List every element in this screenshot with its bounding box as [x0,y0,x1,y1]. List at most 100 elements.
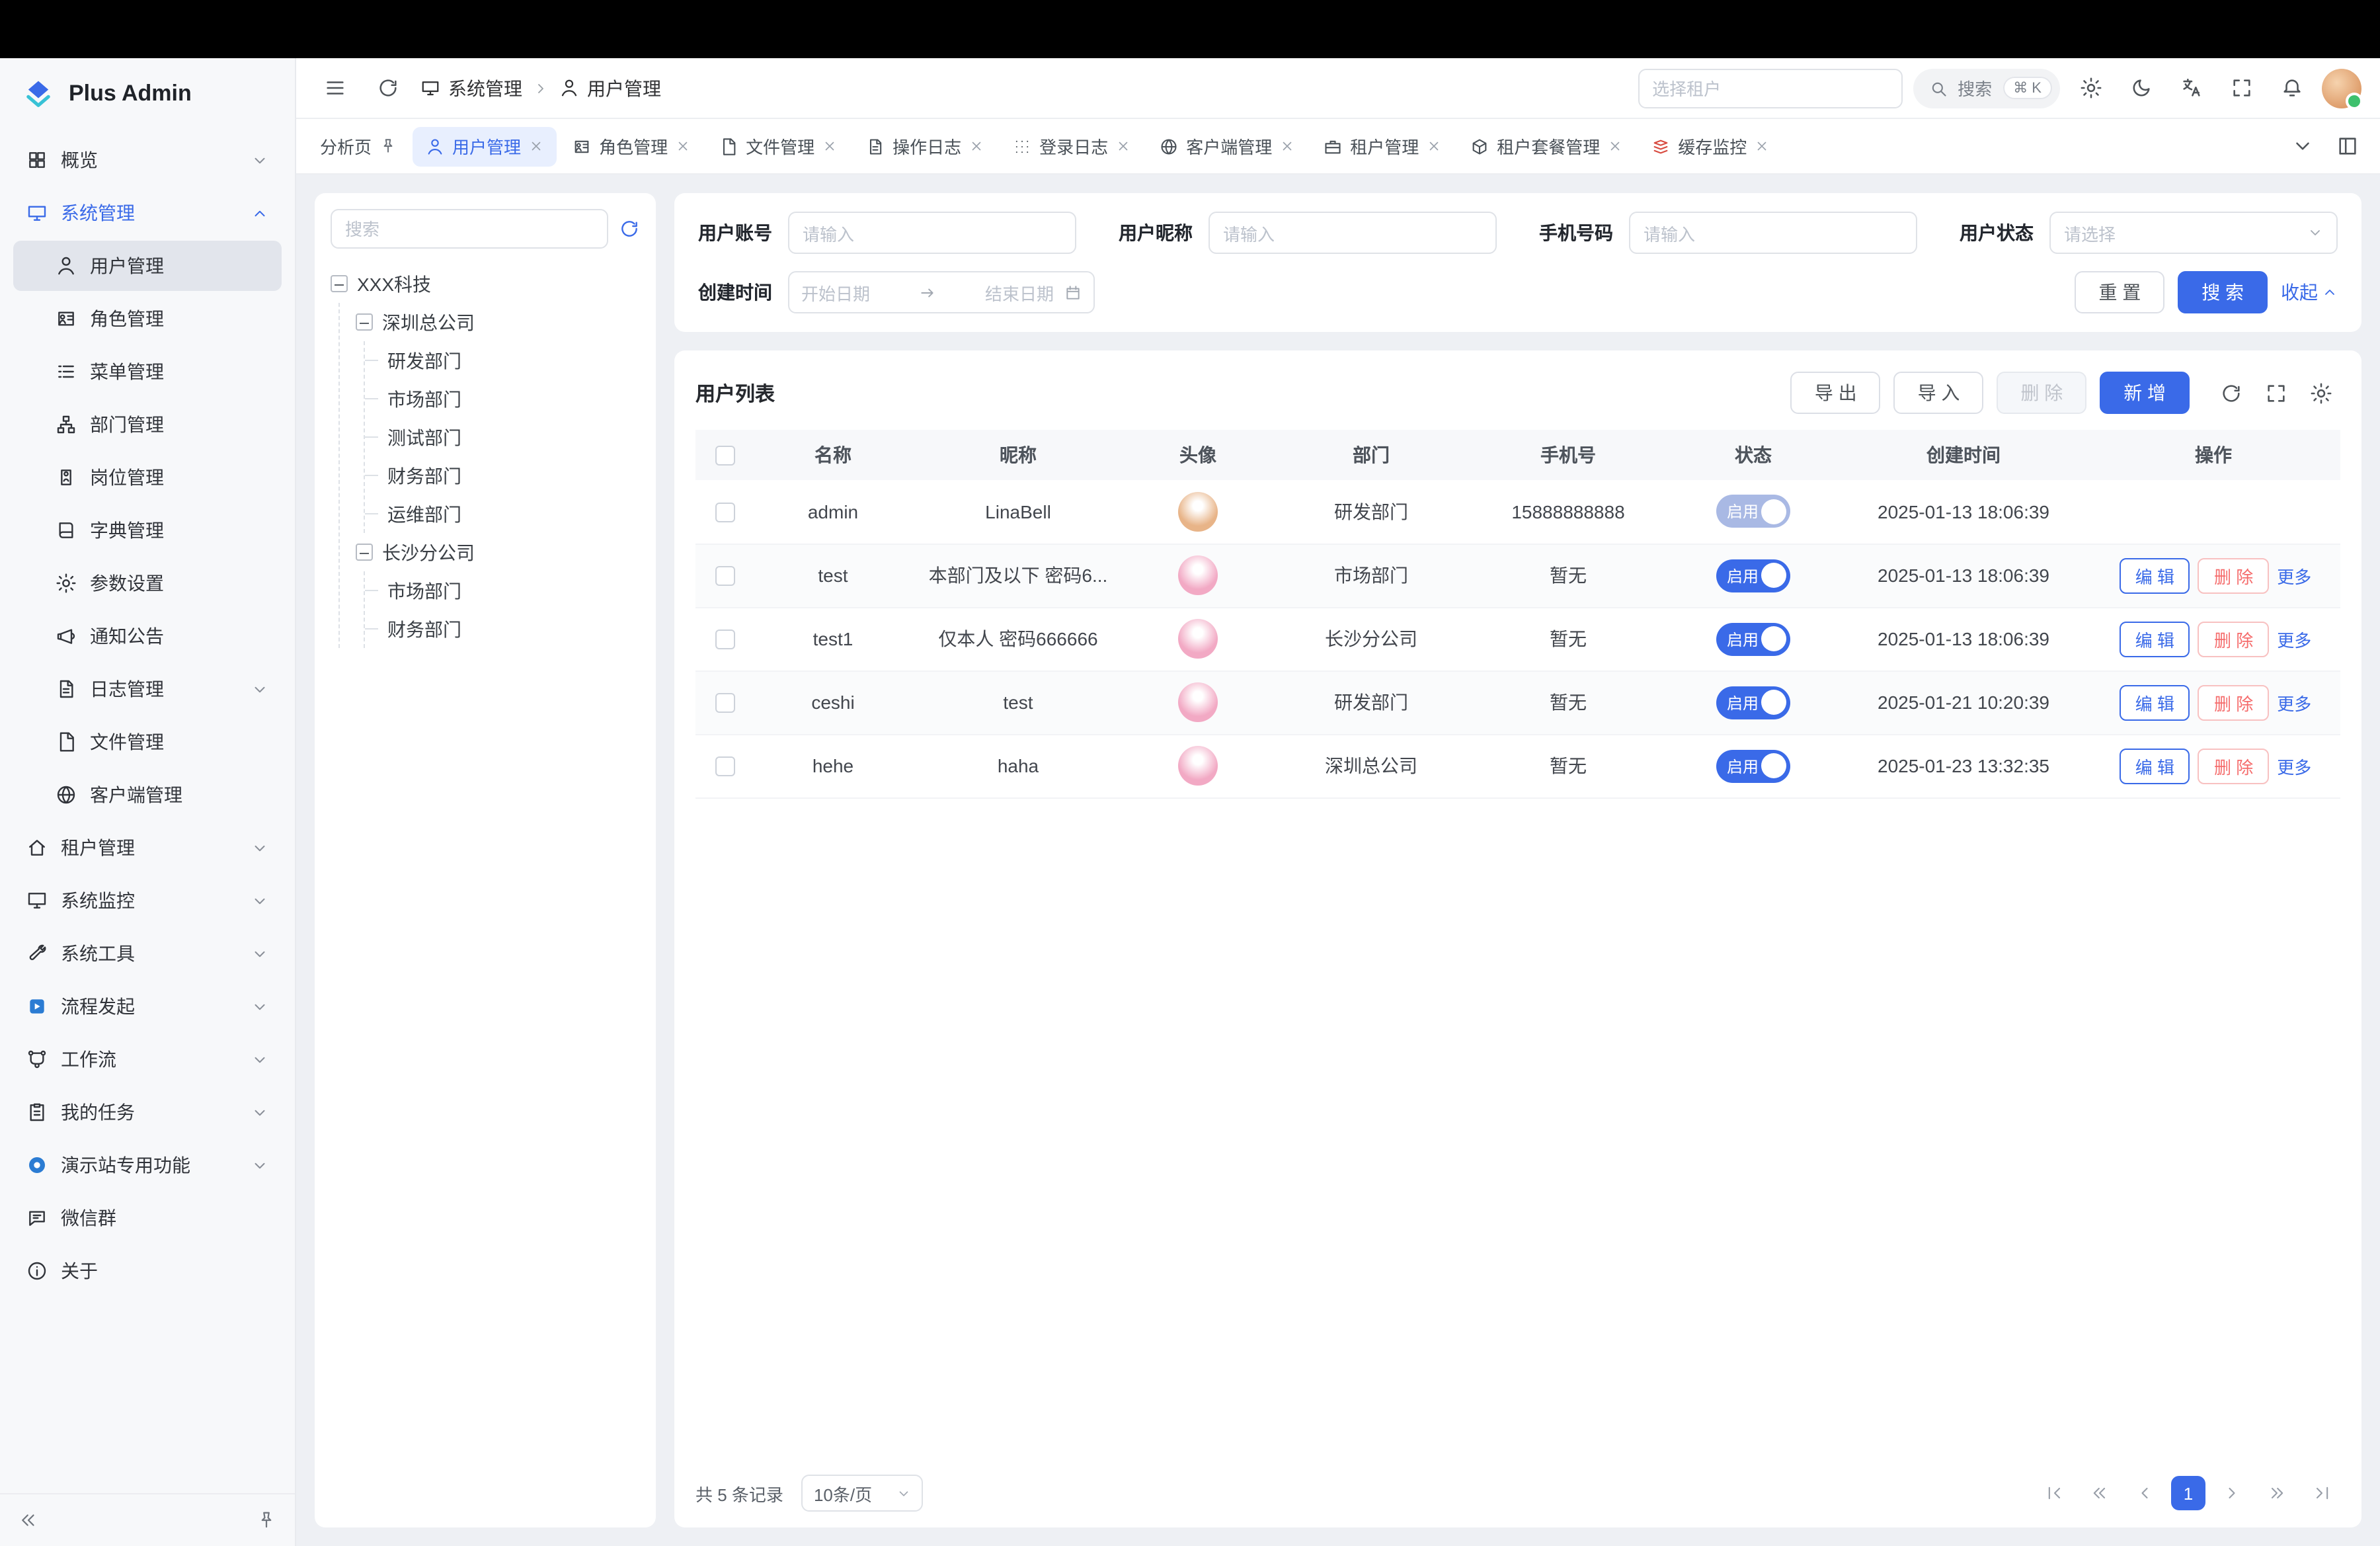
sidebar-item-workflow[interactable]: 工作流 [13,1034,282,1084]
status-toggle[interactable]: 启用 [1716,622,1790,655]
sidebar-item-system[interactable]: 系统管理 [13,188,282,238]
close-icon[interactable] [822,139,837,153]
add-button[interactable]: 新 增 [2100,372,2190,414]
row-checkbox[interactable] [715,694,734,713]
jump-back-button[interactable] [2081,1475,2118,1512]
sidebar-item-notice[interactable]: 通知公告 [13,611,282,661]
sidebar-item-monitor[interactable]: 系统监控 [13,875,282,926]
tree-node[interactable]: 深圳总公司 [356,303,640,341]
tab-roles[interactable]: 角色管理 [559,126,703,166]
sidebar-item-users[interactable]: 用户管理 [13,241,282,291]
dark-mode-button[interactable] [2121,68,2161,108]
last-page-button[interactable] [2303,1475,2340,1512]
tab-layout-button[interactable] [2327,126,2367,166]
fullscreen-button[interactable] [2221,68,2261,108]
row-delete-button[interactable]: 删 除 [2198,684,2269,720]
settings-button[interactable] [2071,68,2110,108]
close-icon[interactable] [1755,139,1769,153]
sidebar-item-tenant[interactable]: 租户管理 [13,823,282,873]
tree-node[interactable]: 测试部门 [381,418,640,456]
prev-page-button[interactable] [2126,1475,2163,1512]
close-icon[interactable] [529,139,543,153]
tab-users[interactable]: 用户管理 [413,126,557,166]
jump-forward-button[interactable] [2258,1475,2295,1512]
sidebar-item-tasks[interactable]: 我的任务 [13,1087,282,1137]
close-icon[interactable] [676,139,690,153]
sidebar-item-depts[interactable]: 部门管理 [13,399,282,450]
edit-button[interactable]: 编 辑 [2120,557,2190,593]
hamburger-menu-button[interactable] [315,68,354,108]
edit-button[interactable]: 编 辑 [2120,684,2190,720]
sidebar-item-overview[interactable]: 概览 [13,135,282,185]
sidebar-item-params[interactable]: 参数设置 [13,558,282,608]
tree-expander-icon[interactable] [356,313,373,331]
select-all-checkbox[interactable] [715,446,734,466]
collapse-filters-link[interactable]: 收起 [2281,279,2338,305]
sidebar-item-flow[interactable]: 流程发起 [13,981,282,1032]
sidebar-item-about[interactable]: 关于 [13,1246,282,1296]
breadcrumb-item-system[interactable]: 系统管理 [420,75,522,101]
tab-files[interactable]: 文件管理 [706,126,850,166]
user-avatar[interactable] [2322,68,2361,108]
tree-node[interactable]: 财务部门 [381,610,640,648]
more-button[interactable]: 更多 [2277,630,2311,650]
sidebar-collapse-button[interactable] [19,1510,38,1530]
next-page-button[interactable] [2213,1475,2250,1512]
tree-refresh-button[interactable] [619,218,640,239]
tab-analysis[interactable]: 分析页 [307,126,410,166]
current-page-button[interactable]: 1 [2171,1476,2205,1510]
tab-cache-monitor[interactable]: 缓存监控 [1638,126,1782,166]
close-icon[interactable] [1280,139,1294,153]
row-delete-button[interactable]: 删 除 [2198,557,2269,593]
sidebar-item-wechat[interactable]: 微信群 [13,1193,282,1243]
sidebar-item-clients[interactable]: 客户端管理 [13,770,282,820]
nickname-input[interactable]: 请输入 [1209,212,1497,254]
table-fullscreen-button[interactable] [2256,373,2295,413]
tree-search-input[interactable] [331,209,608,249]
tree-node[interactable]: 市场部门 [381,380,640,418]
table-settings-button[interactable] [2301,373,2340,413]
close-icon[interactable] [1116,139,1130,153]
tab-op-log[interactable]: 操作日志 [853,126,997,166]
account-input[interactable]: 请输入 [788,212,1076,254]
sidebar-pin-button[interactable] [257,1510,276,1530]
more-button[interactable]: 更多 [2277,567,2311,587]
refresh-page-button[interactable] [368,68,407,108]
table-refresh-button[interactable] [2211,373,2250,413]
sidebar-item-files[interactable]: 文件管理 [13,717,282,767]
tree-node[interactable]: 长沙分公司 [356,533,640,571]
sidebar-item-menus[interactable]: 菜单管理 [13,346,282,397]
close-icon[interactable] [1608,139,1622,153]
status-toggle[interactable]: 启用 [1716,559,1790,592]
tab-login-log[interactable]: 登录日志 [1000,126,1144,166]
tree-node[interactable]: 运维部门 [381,495,640,533]
row-delete-button[interactable]: 删 除 [2198,748,2269,784]
more-button[interactable]: 更多 [2277,757,2311,777]
breadcrumb-item-users[interactable]: 用户管理 [559,75,661,101]
status-toggle[interactable]: 启用 [1716,749,1790,782]
status-select[interactable]: 请选择 [2049,212,2338,254]
import-button[interactable]: 导 入 [1894,372,1984,414]
status-toggle[interactable]: 启用 [1716,495,1790,528]
tab-clients[interactable]: 客户端管理 [1146,126,1308,166]
sidebar-item-dict[interactable]: 字典管理 [13,505,282,555]
delete-button[interactable]: 删 除 [1997,372,2086,414]
close-icon[interactable] [1427,139,1441,153]
language-button[interactable] [2171,68,2211,108]
edit-button[interactable]: 编 辑 [2120,621,2190,657]
row-checkbox[interactable] [715,503,734,522]
more-button[interactable]: 更多 [2277,694,2311,713]
tree-node[interactable]: 财务部门 [381,456,640,495]
page-size-select[interactable]: 10条/页 [802,1475,924,1512]
sidebar-item-tools[interactable]: 系统工具 [13,928,282,979]
reset-button[interactable]: 重 置 [2075,271,2164,313]
tab-tenants[interactable]: 租户管理 [1310,126,1454,166]
tree-node[interactable]: 研发部门 [381,341,640,380]
row-delete-button[interactable]: 删 除 [2198,621,2269,657]
sidebar-item-logs[interactable]: 日志管理 [13,664,282,714]
first-page-button[interactable] [2036,1475,2073,1512]
row-checkbox[interactable] [715,757,734,777]
tab-tenant-packages[interactable]: 租户套餐管理 [1457,126,1636,166]
tree-node[interactable]: 市场部门 [381,571,640,610]
export-button[interactable]: 导 出 [1791,372,1881,414]
